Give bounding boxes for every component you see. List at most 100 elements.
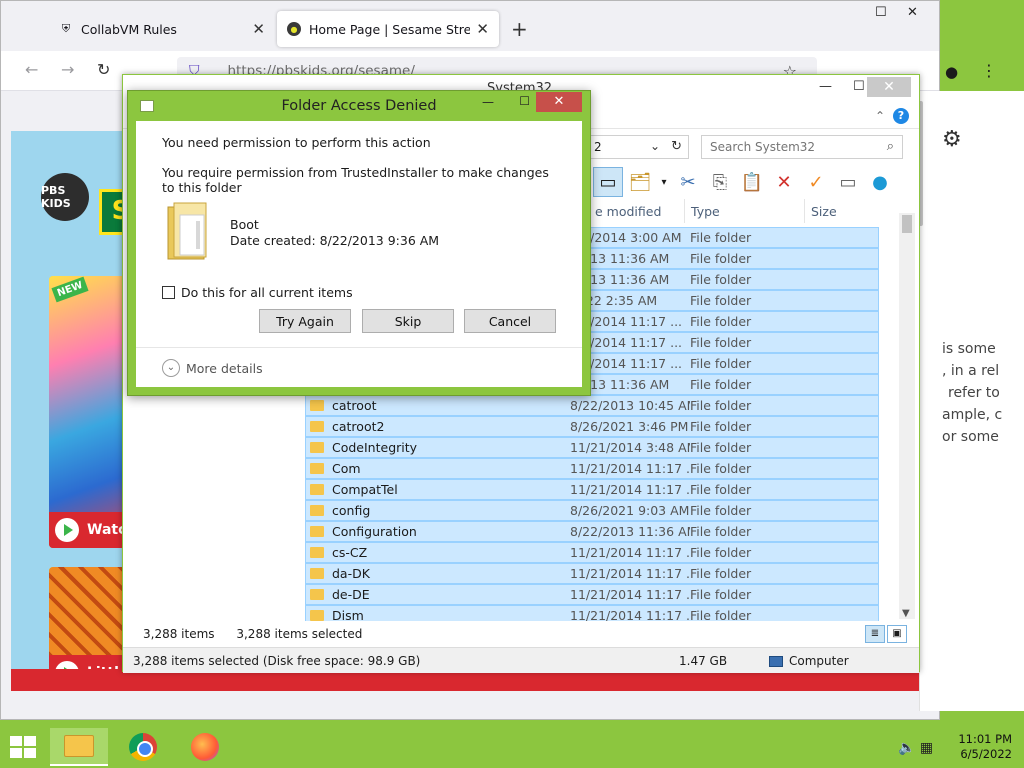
selection-status: 3,288 items selected (Disk free space: 9… [133,654,421,668]
folder-name: Boot [230,217,259,232]
address-text: 2 [594,140,602,154]
taskbar-firefox[interactable] [176,728,234,766]
view-pane-icon[interactable]: ▭ [593,167,623,197]
file-list-scrollbar[interactable]: ▼ [899,213,915,619]
properties-icon[interactable]: 🗂 [625,167,655,197]
tab-sesame-street[interactable]: ● Home Page | Sesame Street | PB ✕ [277,11,499,47]
table-row[interactable]: de-DE 11/21/2014 11:17 ... File folder [305,584,879,605]
file-date: 11/21/2014 11:17 ... [570,545,690,560]
search-icon[interactable]: ⌕ [887,139,894,154]
column-type[interactable]: Type [685,199,805,223]
tab-title: Home Page | Sesame Street | PB [309,21,471,37]
windows-logo-tile [24,748,36,758]
large-icons-view-icon[interactable]: ▣ [887,625,907,643]
windows-logo-tile [24,736,36,746]
table-row[interactable]: Dism 11/21/2014 11:17 ... File folder [305,605,879,621]
cancel-button[interactable]: Cancel [464,309,556,333]
skip-button[interactable]: Skip [362,309,454,333]
checkbox[interactable] [162,286,175,299]
close-window-icon[interactable]: ✕ [907,5,918,20]
apply-to-all-checkbox[interactable]: Do this for all current items [162,285,353,300]
more-details-toggle[interactable]: ⌄ More details [162,359,263,377]
close-icon[interactable]: ✕ [536,92,582,112]
taskbar-file-explorer[interactable] [50,728,108,766]
file-type: File folder [690,251,752,266]
folder-access-denied-dialog: Folder Access Denied — ☐ ✕ You need perm… [127,90,591,396]
side-panel: ⚙ is some , in a rel refer to ample, c o… [919,91,1024,711]
table-row[interactable]: cs-CZ 11/21/2014 11:17 ... File folder [305,542,879,563]
table-row[interactable]: config 8/26/2021 9:03 AM File folder [305,500,879,521]
try-again-button[interactable]: Try Again [259,309,351,333]
account-icon[interactable]: ● [945,63,958,81]
delete-icon[interactable]: ✕ [769,167,799,197]
column-size[interactable]: Size [805,199,901,223]
table-row[interactable]: Com 11/21/2014 11:17 ... File folder [305,458,879,479]
forward-icon[interactable]: → [61,60,74,79]
maximize-icon[interactable]: ☐ [853,79,865,94]
card-label[interactable]: Watc [49,512,133,548]
address-bar[interactable]: 2 ⌄ ↻ [589,135,689,159]
maximize-icon[interactable]: ☐ [875,5,887,20]
table-row[interactable]: da-DK 11/21/2014 11:17 ... File folder [305,563,879,584]
tab-title: CollabVM Rules [81,21,177,37]
file-type: File folder [690,524,752,539]
speaker-muted-icon[interactable]: 🔈 [898,740,915,756]
folder-date: Date created: 8/22/2013 9:36 AM [230,233,440,248]
video-card[interactable]: NEW Watc [49,276,133,548]
close-icon[interactable]: ✕ [867,77,911,97]
help-icon[interactable]: ? [893,108,909,124]
checkmark-icon[interactable]: ✓ [801,167,831,197]
rename-icon[interactable]: ▭ [833,167,863,197]
network-icon[interactable]: ▦ [920,740,933,756]
maximize-icon[interactable]: ☐ [519,94,530,108]
scroll-down-icon[interactable]: ▼ [902,608,910,619]
globe-icon[interactable]: ● [865,167,895,197]
gear-icon[interactable]: ⚙ [942,127,962,152]
file-name: catroot2 [332,419,385,434]
file-type: File folder [690,503,752,518]
file-date: 11/21/2014 11:17 ... [570,608,690,621]
clock[interactable]: 11:01 PM 6/5/2022 [942,732,1012,762]
file-date: 8/22/2013 10:45 AM [570,398,690,413]
close-tab-icon[interactable]: ✕ [476,20,489,38]
new-tab-button[interactable]: + [511,17,528,41]
tray-icons: 🔈 ▦ [898,740,933,756]
taskbar: 🔈 ▦ 11:01 PM 6/5/2022 [0,726,1024,768]
cut-icon[interactable]: ✂ [673,167,703,197]
file-date: 11/21/2014 11:17 ... [570,566,690,581]
start-button[interactable] [10,736,38,760]
collapse-ribbon-icon[interactable]: ⌃ [875,109,885,123]
file-type: File folder [690,230,752,245]
paste-icon[interactable]: 📋 [737,167,767,197]
tab-strip: ⛨ CollabVM Rules ✕ ● Home Page | Sesame … [1,1,939,51]
reload-icon[interactable]: ↻ [97,60,110,79]
file-type: File folder [690,272,752,287]
minimize-icon[interactable]: — [482,95,494,109]
chevron-down-icon: ⌄ [162,359,180,377]
chevron-down-icon[interactable]: ⌄ [650,139,660,153]
menu-kebab-icon[interactable]: ⋮ [981,61,997,80]
search-input[interactable] [710,140,870,154]
taskbar-chrome[interactable] [114,728,172,766]
table-row[interactable]: CompatTel 11/21/2014 11:17 ... File folder [305,479,879,500]
column-date[interactable]: e modified [589,199,685,223]
pbs-kids-logo[interactable]: PBS KIDS [41,173,89,221]
copy-icon[interactable]: ⎘ [705,167,735,197]
table-row[interactable]: Configuration 8/22/2013 11:36 AM File fold… [305,521,879,542]
table-row[interactable]: catroot 8/22/2013 10:45 AM File folder [305,395,879,416]
close-tab-icon[interactable]: ✕ [252,20,265,38]
back-icon[interactable]: ← [25,60,38,79]
search-box[interactable]: ⌕ [701,135,903,159]
table-row[interactable]: CodeIntegrity 11/21/2014 3:48 AM File fold… [305,437,879,458]
details-view-icon[interactable]: ≣ [865,625,885,643]
tab-collabvm-rules[interactable]: ⛨ CollabVM Rules ✕ [49,11,275,47]
scrollbar-thumb[interactable] [902,215,912,233]
side-text-line: ample, c [942,407,1003,423]
file-date: 11/21/2014 11:17 ... [570,482,690,497]
selection-size: 1.47 GB [679,654,728,668]
minimize-icon[interactable]: — [819,79,832,94]
table-row[interactable]: catroot2 8/26/2021 3:46 PM File folder [305,416,879,437]
chevron-down-icon[interactable]: ▾ [657,167,671,197]
refresh-icon[interactable]: ↻ [671,139,682,154]
dialog-body: You need permission to perform this acti… [136,121,582,387]
